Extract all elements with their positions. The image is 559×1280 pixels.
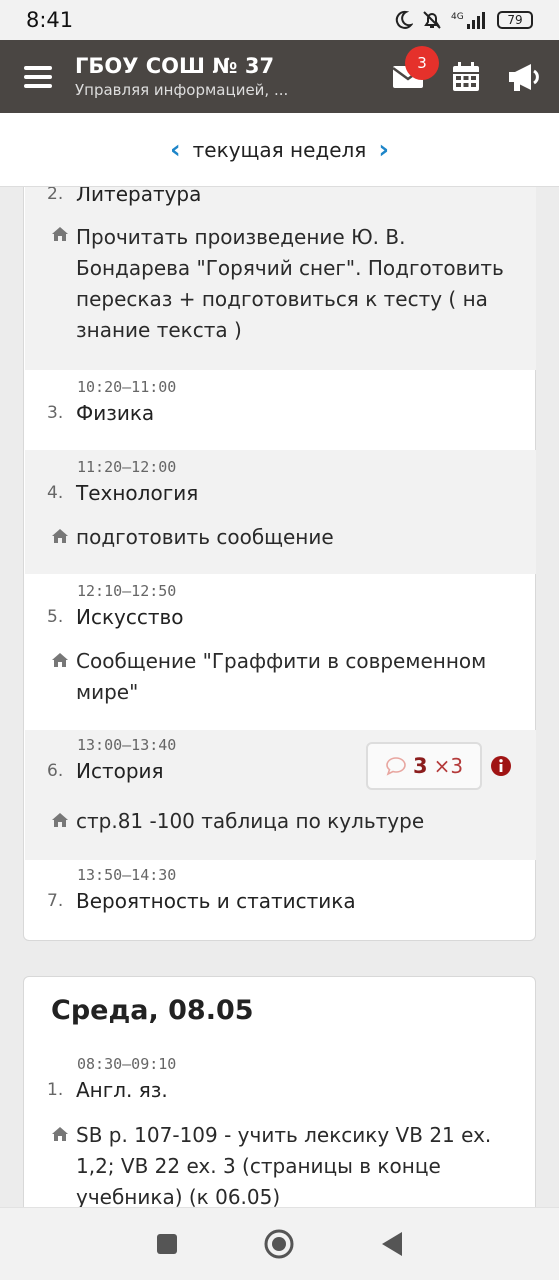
day-card: 2. Литература Прочитать произведение Ю. …	[23, 187, 536, 941]
home-icon	[52, 1127, 68, 1141]
lesson-time: 10:20–11:00	[77, 378, 177, 396]
lesson-number: 1.	[47, 1080, 64, 1100]
day-card: Среда, 08.05 08:30–09:10 1. Англ. яз. SB…	[23, 976, 536, 1207]
network-label: 4G	[451, 12, 464, 22]
lesson-number: 3.	[47, 403, 64, 423]
lesson-subject: Литература	[76, 187, 202, 206]
status-bar: 8:41 4G 79	[0, 0, 559, 40]
system-nav-bar	[0, 1207, 559, 1280]
lesson-homework: подготовить сообщение	[76, 525, 334, 549]
info-icon[interactable]	[490, 755, 512, 777]
chevron-left-icon[interactable]: ‹	[170, 135, 181, 165]
lesson-subject: История	[76, 759, 164, 783]
lesson-time: 13:50–14:30	[77, 866, 177, 884]
battery-icon: 79	[497, 11, 533, 29]
circle-nav-icon[interactable]	[264, 1229, 294, 1259]
app-header: ГБОУ СОШ № 37 Управляя информацией, ... …	[0, 40, 559, 113]
lesson-homework: Сообщение "Граффити в современном мире"	[76, 649, 487, 704]
lesson-row[interactable]: 08:30–09:10 1. Англ. яз. SB p. 107-109 -…	[25, 1051, 536, 1207]
home-icon	[52, 813, 68, 827]
messages-button[interactable]: 3	[391, 45, 439, 93]
header-actions: 3	[391, 45, 541, 93]
lesson-row[interactable]: 13:50–14:30 7. Вероятность и статистика	[25, 860, 536, 940]
menu-icon[interactable]	[24, 65, 52, 88]
back-nav-icon[interactable]	[380, 1231, 404, 1257]
moon-icon	[393, 10, 413, 30]
lesson-number: 6.	[47, 761, 64, 781]
comment-icon	[386, 757, 406, 776]
lesson-subject: Физика	[76, 401, 155, 425]
lesson-row[interactable]: 13:00–13:40 6. История 3 ×3 стр.81 -100 …	[25, 730, 536, 860]
home-icon	[52, 529, 68, 543]
lesson-subject: Технология	[76, 481, 199, 505]
lesson-row[interactable]: 2. Литература Прочитать произведение Ю. …	[25, 187, 536, 370]
lesson-homework: Прочитать произведение Ю. В. Бондарева "…	[76, 225, 504, 342]
app-title: ГБОУ СОШ № 37	[75, 54, 275, 78]
announcements-button[interactable]	[507, 61, 541, 93]
lesson-homework: стр.81 -100 таблица по культуре	[76, 809, 425, 833]
grade-badge[interactable]: 3 ×3	[366, 742, 482, 790]
lesson-number: 7.	[47, 891, 64, 911]
lesson-time: 08:30–09:10	[77, 1055, 177, 1073]
messages-badge: 3	[405, 45, 439, 80]
week-label: текущая неделя	[192, 137, 367, 162]
lesson-row[interactable]: 10:20–11:00 3. Физика	[25, 370, 536, 450]
chevron-right-icon[interactable]: ›	[378, 135, 389, 165]
home-icon	[52, 653, 68, 667]
lesson-time: 11:20–12:00	[77, 458, 177, 476]
grade-value: 3	[412, 754, 428, 778]
schedule-content: 2. Литература Прочитать произведение Ю. …	[0, 187, 559, 1207]
status-time: 8:41	[26, 8, 74, 32]
lesson-homework: SB p. 107-109 - учить лексику VB 21 ex. …	[76, 1123, 492, 1207]
lesson-number: 2.	[47, 187, 64, 204]
lesson-subject: Вероятность и статистика	[76, 889, 356, 913]
app-subtitle: Управляя информацией, ...	[75, 81, 289, 99]
signal-icon: 4G	[451, 10, 489, 30]
calendar-button[interactable]	[449, 61, 483, 93]
calendar-icon	[453, 61, 479, 91]
lesson-subject: Англ. яз.	[76, 1078, 168, 1102]
lesson-row[interactable]: 11:20–12:00 4. Технология подготовить со…	[25, 450, 536, 574]
lesson-time: 12:10–12:50	[77, 582, 177, 600]
lesson-number: 4.	[47, 483, 64, 503]
app-titles: ГБОУ СОШ № 37 Управляя информацией, ...	[75, 54, 288, 99]
bell-off-icon	[421, 9, 443, 31]
square-nav-icon[interactable]	[156, 1233, 178, 1255]
status-icons: 4G 79	[393, 9, 533, 31]
day-title: Среда, 08.05	[51, 995, 254, 1026]
home-icon	[52, 227, 68, 241]
lesson-row[interactable]: 12:10–12:50 5. Искусство Сообщение "Граф…	[25, 574, 536, 730]
lesson-subject: Искусство	[76, 605, 184, 629]
week-navigation: ‹ текущая неделя ›	[0, 113, 559, 187]
grade-multiplier: ×3	[433, 754, 464, 778]
megaphone-icon	[509, 63, 539, 91]
lesson-time: 13:00–13:40	[77, 736, 177, 754]
lesson-number: 5.	[47, 607, 64, 627]
